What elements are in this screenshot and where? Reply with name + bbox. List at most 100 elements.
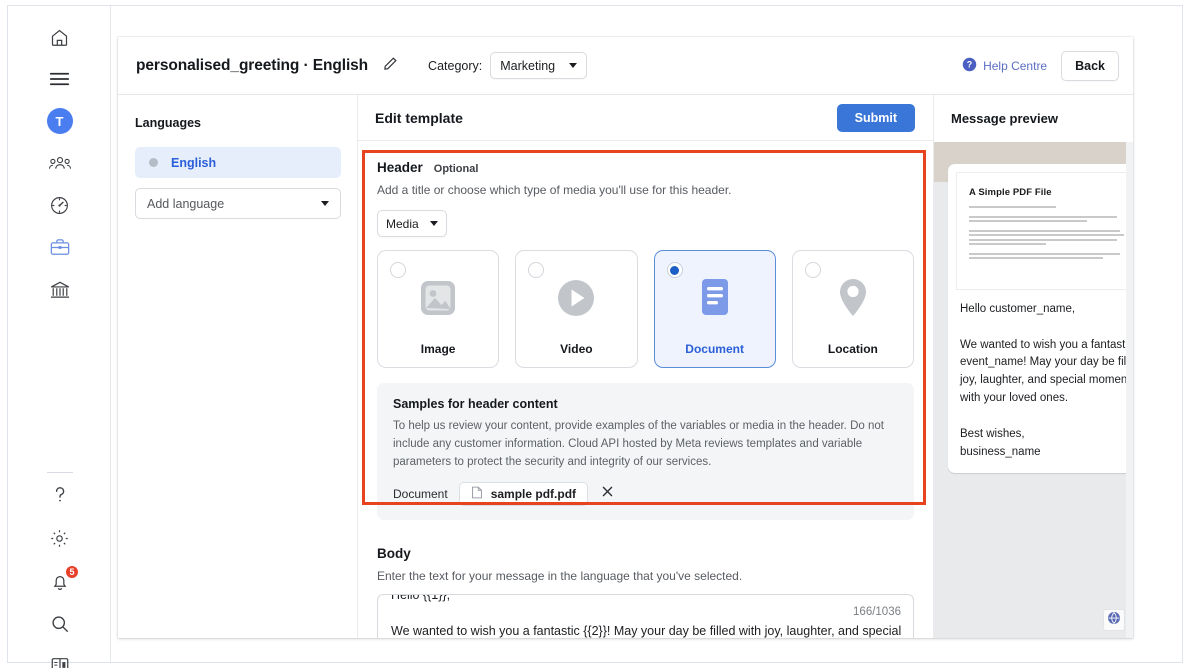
add-language-select[interactable]: Add language	[135, 188, 341, 219]
pdf-thumbnail-lines	[969, 206, 1133, 259]
topbar-actions: ? Help Centre Back	[962, 50, 1119, 81]
preview-language-button[interactable]	[1103, 609, 1125, 631]
back-button[interactable]: Back	[1061, 50, 1119, 81]
languages-panel: Languages English Add language	[118, 95, 358, 638]
pdf-thumbnail-title: A Simple PDF File	[969, 187, 1052, 198]
pdf-thumbnail[interactable]: A Simple PDF File	[956, 172, 1133, 290]
sidebar-item-business[interactable]	[8, 226, 111, 268]
add-language-placeholder: Add language	[147, 196, 225, 211]
header-optional-badge: Optional	[433, 163, 479, 175]
briefcase-icon	[49, 237, 71, 257]
category-select[interactable]: Marketing	[490, 52, 588, 79]
preview-canvas: A Simple PDF File Hello customer_name, W…	[934, 142, 1133, 638]
language-item-label: English	[171, 155, 217, 170]
help-circle-icon: ?	[962, 57, 977, 75]
message-preview-panel: Message preview A Simple PDF File Hello …	[933, 95, 1133, 638]
header-section-title-row: Header Optional	[377, 160, 914, 175]
body-text-clipped-line: Hello {{1}},	[391, 594, 451, 603]
sidebar-item-help[interactable]	[8, 473, 111, 517]
radio-document[interactable]	[666, 262, 683, 278]
status-dot-icon	[149, 158, 158, 167]
sample-file-chip[interactable]: sample pdf.pdf	[458, 482, 589, 507]
sidebar-item-account[interactable]: T	[8, 100, 111, 142]
template-topbar: personalised_greeting · English Category…	[118, 37, 1133, 95]
header-type-value: Media	[386, 216, 419, 231]
left-nav-rail: T 5	[8, 6, 111, 668]
body-section-description: Enter the text for your message in the l…	[377, 569, 743, 584]
preview-title: Message preview	[934, 95, 1133, 142]
editor-header: Edit template Submit	[358, 95, 933, 141]
submit-button[interactable]: Submit	[836, 103, 915, 132]
remove-sample-button[interactable]	[599, 486, 615, 502]
people-icon	[48, 155, 71, 172]
rail-bottom-icons: 5	[8, 472, 111, 668]
body-section-title: Body	[377, 546, 411, 562]
media-card-video[interactable]: Video	[515, 250, 638, 368]
radio-location[interactable]	[804, 262, 821, 278]
sidebar-item-bank[interactable]	[8, 268, 111, 310]
samples-title: Samples for header content	[393, 397, 558, 411]
gauge-icon	[49, 195, 70, 216]
bank-icon	[49, 279, 71, 300]
preview-message-bubble: A Simple PDF File Hello customer_name, W…	[948, 164, 1133, 474]
language-item-english[interactable]: English	[135, 147, 341, 178]
editor-title: Edit template	[375, 109, 463, 126]
media-type-cards: Image Video Document Location	[377, 250, 914, 368]
pencil-icon	[383, 56, 398, 76]
radio-selected-dot	[670, 265, 679, 275]
samples-panel: Samples for header content To help us re…	[377, 383, 914, 521]
body-text-visible-line: We wanted to wish you a fantastic {{2}}!…	[391, 624, 902, 638]
category-select-value: Marketing	[500, 58, 556, 73]
preview-scrollbar[interactable]	[1126, 142, 1133, 638]
sample-document-row: Document sample pdf.pdf	[393, 482, 898, 507]
svg-text:?: ?	[967, 59, 972, 69]
media-card-document[interactable]: Document	[653, 250, 776, 368]
sidebar-item-contacts[interactable]	[8, 142, 111, 184]
body-section: Body Enter the text for your message in …	[358, 520, 933, 638]
header-section: Header Optional Add a title or choose wh…	[358, 141, 933, 368]
header-type-select[interactable]: Media	[377, 210, 447, 237]
sample-file-name: sample pdf.pdf	[490, 487, 577, 502]
template-editor: Edit template Submit Header Optional Add…	[358, 95, 933, 638]
file-icon	[471, 486, 483, 502]
sidebar-item-dashboard[interactable]	[8, 184, 111, 226]
hamburger-menu-icon	[49, 71, 70, 87]
chevron-down-icon	[430, 221, 438, 226]
globe-icon	[1107, 611, 1121, 630]
header-section-description: Add a title or choose which type of medi…	[377, 183, 732, 197]
media-card-label: Image	[420, 342, 456, 356]
image-icon	[378, 277, 498, 319]
sidebar-item-menu[interactable]	[8, 58, 111, 100]
sidebar-item-home[interactable]	[8, 16, 111, 58]
body-textarea[interactable]: Hello {{1}}, 166/1036 We wanted to wish …	[377, 594, 914, 638]
close-icon	[601, 485, 614, 503]
chevron-down-icon	[569, 63, 578, 68]
main-card: personalised_greeting · English Category…	[118, 37, 1133, 638]
editor-layout: Languages English Add language Edit temp…	[118, 95, 1133, 638]
avatar: T	[46, 108, 73, 134]
help-centre-link[interactable]: ? Help Centre	[962, 57, 1047, 75]
sidebar-item-search[interactable]	[8, 603, 111, 645]
languages-heading: Languages	[135, 116, 201, 130]
chevron-down-icon	[321, 201, 329, 206]
notification-badge: 5	[65, 565, 79, 579]
samples-description: To help us review your content, provide …	[393, 420, 884, 468]
radio-video[interactable]	[528, 262, 545, 278]
home-icon	[49, 27, 70, 48]
preview-message-text: Hello customer_name, We wanted to wish y…	[960, 303, 1133, 458]
sidebar-item-notifications[interactable]: 5	[8, 559, 111, 603]
question-mark-icon	[51, 485, 69, 505]
rail-top-icons: T	[8, 16, 111, 310]
media-card-location[interactable]: Location	[791, 250, 914, 368]
magnifier-icon	[50, 614, 70, 634]
media-card-label: Document	[685, 342, 744, 356]
edit-name-button[interactable]	[380, 56, 400, 76]
sidebar-item-settings[interactable]	[8, 517, 111, 559]
sidebar-item-panel[interactable]	[8, 645, 111, 668]
media-card-image[interactable]: Image	[377, 250, 500, 368]
sample-document-label: Document	[393, 487, 448, 502]
map-pin-icon	[793, 277, 913, 321]
help-centre-label: Help Centre	[983, 58, 1048, 73]
body-character-counter: 166/1036	[853, 606, 901, 619]
radio-image[interactable]	[390, 262, 406, 278]
